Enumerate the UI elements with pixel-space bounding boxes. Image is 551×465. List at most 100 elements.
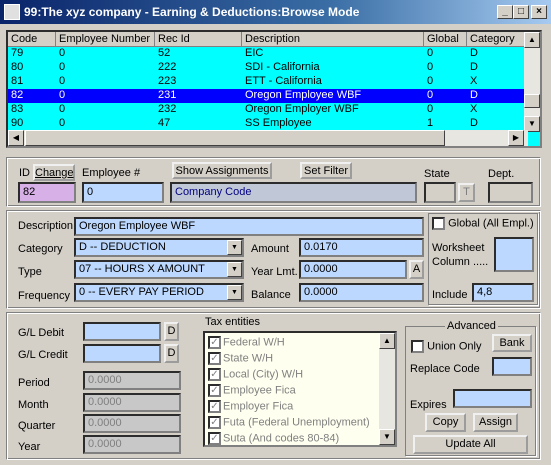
tax-entity-item[interactable]: ✓ State W/H [208, 352, 273, 368]
checkmark-icon[interactable]: ✓ [208, 432, 221, 445]
checkmark-icon[interactable]: ✓ [208, 336, 221, 349]
global-cell: 0 [427, 47, 434, 59]
code-cell: 79 [11, 47, 24, 59]
close-button[interactable]: × [531, 5, 547, 19]
column-header-rec-id[interactable]: Rec Id [155, 32, 242, 47]
quarter-field[interactable]: 0.0000 [83, 414, 181, 433]
show-assignments-button[interactable]: Show Assignments [172, 162, 272, 179]
copy-button[interactable]: Copy [425, 413, 466, 432]
category-value: D -- DEDUCTION [79, 241, 166, 253]
frequency-dropdown-icon[interactable]: ▼ [227, 285, 242, 300]
checkmark-icon[interactable]: ✓ [208, 352, 221, 365]
company-code-field[interactable]: Company Code [170, 182, 417, 203]
scroll-left-icon[interactable]: ◀ [8, 130, 24, 146]
assign-button[interactable]: Assign [473, 413, 518, 432]
tax-entity-item[interactable]: ✓ Local (City) W/H [208, 368, 303, 384]
rec-id-cell: 231 [158, 89, 177, 101]
type-select[interactable]: 07 -- HOURS X AMOUNT ▼ [74, 260, 244, 279]
table-row[interactable]: 90 0 47 SS Employee 1 D [8, 117, 528, 131]
employee-number-field[interactable]: 0 [82, 182, 164, 203]
employee-number-cell: 0 [59, 103, 66, 115]
gl-debit-d-button[interactable]: D [164, 322, 179, 341]
tax-entity-item[interactable]: ✓ Futa (Federal Unemployment) [208, 416, 370, 432]
title-bar: 99:The xyz company - Earning & Deduction… [0, 0, 551, 24]
rec-id-cell: 222 [158, 61, 177, 73]
code-cell: 82 [11, 89, 24, 101]
tax-list-scrollbar[interactable]: ▲ ▼ [379, 333, 395, 445]
id-field[interactable]: 82 [18, 182, 76, 203]
description-cell: Oregon Employer WBF [245, 103, 359, 115]
include-field[interactable]: 4,8 [472, 283, 534, 302]
checkmark-icon[interactable]: ✓ [208, 384, 221, 397]
type-dropdown-icon[interactable]: ▼ [227, 262, 242, 277]
table-row[interactable]: 79 0 52 EIC 0 D [8, 47, 528, 61]
year-limit-field[interactable]: 0.0000 [299, 260, 407, 279]
balance-field[interactable]: 0.0000 [299, 283, 424, 302]
tax-scroll-down-icon[interactable]: ▼ [379, 429, 395, 445]
global-cell: 0 [427, 89, 434, 101]
month-field[interactable]: 0.0000 [83, 393, 181, 412]
tax-scroll-up-icon[interactable]: ▲ [379, 333, 395, 349]
column-header-category[interactable]: Category [467, 32, 528, 47]
frequency-select[interactable]: 0 -- EVERY PAY PERIOD ▼ [74, 283, 244, 302]
table-row-selected[interactable]: 82 0 231 Oregon Employee WBF 0 D [8, 89, 528, 103]
tax-entity-label: Local (City) W/H [223, 368, 304, 381]
frequency-label: Frequency [18, 290, 70, 302]
description-field[interactable]: Oregon Employee WBF [74, 217, 424, 236]
amount-field[interactable]: 0.0170 [299, 238, 424, 257]
tax-entity-item[interactable]: ✓ Employee Fica [208, 384, 296, 400]
column-header-global[interactable]: Global [424, 32, 467, 47]
tax-entities-list[interactable]: ✓ Federal W/H ✓ State W/H ✓ Local (City) W/H ✓… [203, 331, 397, 447]
tax-entity-item[interactable]: ✓ Employer Fica [208, 400, 293, 416]
period-field[interactable]: 0.0000 [83, 371, 181, 390]
checkmark-icon[interactable]: ✓ [208, 416, 221, 429]
category-cell: D [470, 47, 478, 59]
union-only-checkbox[interactable]: Union Only [411, 340, 481, 353]
category-cell: D [470, 89, 478, 101]
gl-credit-d-button[interactable]: D [164, 344, 179, 363]
employee-number-label: Employee # [82, 167, 141, 179]
scroll-up-icon[interactable]: ▲ [524, 32, 540, 48]
column-header-employee-number[interactable]: Employee Number [56, 32, 155, 47]
state-field[interactable] [424, 182, 456, 203]
month-label: Month [18, 399, 49, 411]
horizontal-scroll-thumb[interactable] [25, 130, 445, 146]
worksheet-column-field[interactable] [494, 237, 534, 272]
set-filter-button[interactable]: Set Filter [300, 162, 352, 179]
dept-field[interactable] [488, 182, 533, 203]
change-button[interactable]: Change [33, 164, 75, 181]
minimize-button[interactable]: _ [497, 5, 513, 19]
global-checkbox[interactable]: Global (All Empl.) [432, 217, 534, 230]
records-grid[interactable]: Code Employee Number Rec Id Description … [6, 30, 542, 148]
grid-vertical-scrollbar[interactable]: ▲ ▼ [524, 32, 540, 132]
vertical-scroll-thumb[interactable] [524, 94, 540, 108]
gl-credit-field[interactable] [83, 344, 161, 363]
category-select[interactable]: D -- DEDUCTION ▼ [74, 238, 244, 257]
year-field[interactable]: 0.0000 [83, 435, 181, 454]
year-limit-a-button[interactable]: A [409, 260, 424, 279]
bank-button[interactable]: Bank [492, 334, 532, 352]
tax-entity-item[interactable]: ✓ Federal W/H [208, 336, 285, 352]
rec-id-cell: 52 [158, 47, 171, 59]
expires-field[interactable] [453, 389, 532, 408]
global-cell: 0 [427, 75, 434, 87]
scroll-right-icon[interactable]: ▶ [508, 130, 524, 146]
maximize-button[interactable]: □ [513, 5, 529, 19]
table-row[interactable]: 80 0 222 SDI - California 0 D [8, 61, 528, 75]
replace-code-field[interactable] [492, 357, 532, 376]
category-dropdown-icon[interactable]: ▼ [227, 240, 242, 255]
column-header-code[interactable]: Code [8, 32, 56, 47]
column-header-description[interactable]: Description [242, 32, 424, 47]
state-lookup-button[interactable]: T [458, 183, 475, 202]
grid-horizontal-scrollbar[interactable]: ◀ ▶ [8, 130, 528, 146]
table-row[interactable]: 83 0 232 Oregon Employer WBF 0 X [8, 103, 528, 117]
global-cell: 0 [427, 103, 434, 115]
checkmark-icon[interactable]: ✓ [208, 368, 221, 381]
checkmark-icon[interactable]: ✓ [208, 400, 221, 413]
tax-entity-label: Federal W/H [223, 336, 285, 349]
gl-debit-field[interactable] [83, 322, 161, 341]
tax-entity-item[interactable]: ✓ Suta (And codes 80-84) [208, 432, 339, 445]
table-row[interactable]: 81 0 223 ETT - California 0 X [8, 75, 528, 89]
description-cell: Oregon Employee WBF [245, 89, 362, 101]
update-all-button[interactable]: Update All [413, 435, 528, 454]
